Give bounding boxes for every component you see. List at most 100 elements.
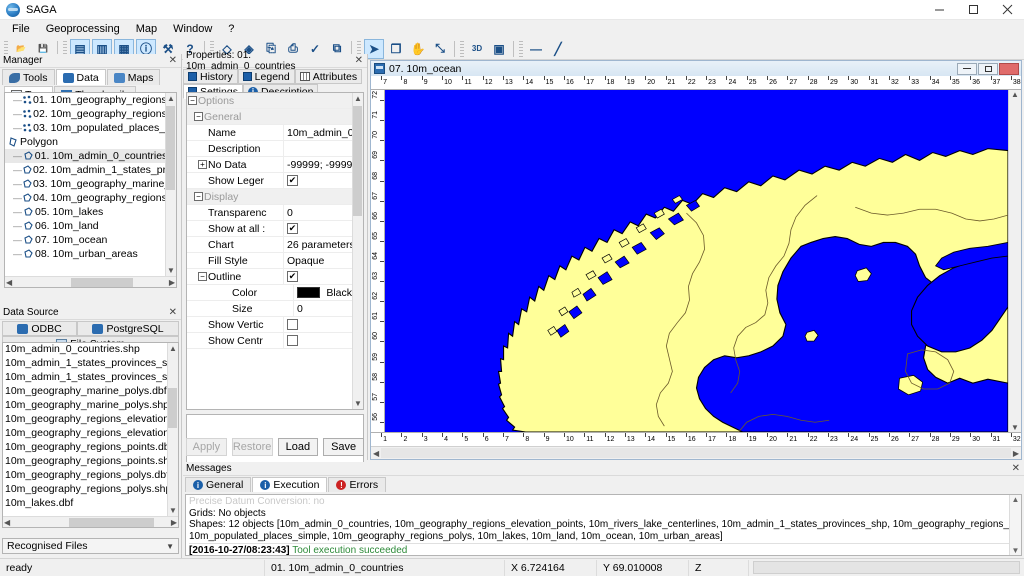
tree-item[interactable]: —07. 10m_ocean: [5, 233, 165, 247]
property-row[interactable]: Show Leger ✔: [187, 173, 352, 189]
scroll-up-icon[interactable]: ▲: [167, 93, 175, 104]
map-horizontal-scrollbar[interactable]: ◀ ▶: [371, 446, 1021, 459]
scroll-down-icon[interactable]: ▼: [1012, 546, 1020, 555]
show-3d-icon[interactable]: 3D: [467, 39, 487, 59]
scatterplot-icon[interactable]: ▣: [489, 39, 509, 59]
expand-icon[interactable]: +: [198, 160, 207, 169]
minimize-icon[interactable]: [957, 62, 977, 75]
menu-help[interactable]: ?: [220, 22, 242, 37]
scroll-down-icon[interactable]: ▼: [169, 505, 177, 516]
menu-window[interactable]: Window: [165, 22, 220, 37]
file-list-item[interactable]: 10m_geography_regions_polys.dbf: [3, 469, 167, 483]
chevron-down-icon[interactable]: ▼: [166, 542, 174, 551]
property-row[interactable]: Show at all : ✔: [187, 221, 352, 237]
properties-tab-legend[interactable]: Legend: [237, 69, 295, 84]
messages-content[interactable]: Precise Datum Conversion: no Grids: No ob…: [185, 494, 1022, 556]
tree-item[interactable]: —01. 10m_geography_regions_elev: [5, 93, 165, 107]
minimize-icon[interactable]: [922, 0, 956, 20]
messages-tab-errors[interactable]: ! Errors: [328, 477, 387, 492]
close-icon[interactable]: ✕: [169, 307, 177, 318]
map-vertical-scrollbar[interactable]: ▲ ▼: [1008, 90, 1021, 432]
tree-vertical-scrollbar[interactable]: ▲ ▼: [165, 93, 176, 276]
file-list-item[interactable]: 10m_geography_regions_points.shp: [3, 455, 167, 469]
menu-file[interactable]: File: [4, 22, 38, 37]
property-expander[interactable]: +: [197, 157, 208, 172]
file-list-item[interactable]: 10m_admin_0_countries.shp: [3, 343, 167, 357]
property-value[interactable]: [284, 333, 352, 348]
property-expander[interactable]: −: [187, 93, 198, 108]
manager-tab-tools[interactable]: Tools: [2, 69, 55, 85]
property-value[interactable]: 0: [294, 301, 352, 316]
property-row[interactable]: Size 0: [187, 301, 352, 317]
close-icon[interactable]: ✕: [355, 55, 363, 66]
file-filter-select[interactable]: Recognised Files ▼: [2, 538, 179, 554]
property-row[interactable]: Color Black: [187, 285, 352, 301]
tree-item[interactable]: —06. 10m_land: [5, 219, 165, 233]
pan-tool-icon[interactable]: ✋: [408, 39, 428, 59]
maximize-icon[interactable]: [956, 0, 990, 20]
manager-tab-data[interactable]: Data: [55, 69, 106, 85]
datasource-tab-odbc[interactable]: ODBC: [2, 321, 78, 336]
properties-vertical-scrollbar[interactable]: ▲ ▼: [352, 93, 363, 409]
checkbox-checked[interactable]: ✔: [287, 223, 298, 234]
file-list-item[interactable]: 10m_geography_regions_polys.shp: [3, 483, 167, 497]
property-row[interactable]: − Options: [187, 93, 352, 109]
close-icon[interactable]: [999, 62, 1019, 75]
property-value[interactable]: Opaque: [284, 253, 352, 268]
file-list-vertical-scrollbar[interactable]: ▲ ▼: [167, 343, 178, 516]
checkbox-checked[interactable]: ✔: [287, 271, 298, 282]
property-row[interactable]: − Display: [187, 189, 352, 205]
property-value[interactable]: ✔: [284, 269, 352, 284]
property-value[interactable]: ✔: [284, 173, 352, 188]
messages-tab-general[interactable]: i General: [185, 477, 252, 492]
map-canvas[interactable]: [385, 90, 1008, 432]
scroll-down-icon[interactable]: ▼: [167, 265, 175, 276]
close-icon[interactable]: ✕: [169, 55, 177, 66]
tree-item[interactable]: —02. 10m_admin_1_states_provinc: [5, 163, 165, 177]
scroll-up-icon[interactable]: ▲: [1011, 90, 1019, 99]
tree-item[interactable]: —05. 10m_lakes: [5, 205, 165, 219]
property-value[interactable]: 0: [284, 205, 352, 220]
scroll-up-icon[interactable]: ▲: [1012, 495, 1020, 504]
manager-tab-maps[interactable]: Maps: [106, 69, 161, 85]
property-value[interactable]: 26 parameters: [284, 237, 352, 252]
properties-grid[interactable]: −Options−GeneralName10m_admin_0_couDescr…: [186, 92, 364, 410]
menu-map[interactable]: Map: [128, 22, 165, 37]
property-row[interactable]: Description: [187, 141, 352, 157]
color-swatch[interactable]: [297, 287, 321, 298]
load-button[interactable]: Load: [277, 438, 319, 456]
file-list-item[interactable]: 10m_geography_regions_elevation_poin: [3, 427, 167, 441]
property-row[interactable]: + No Data -99999; -99999: [187, 157, 352, 173]
property-row[interactable]: Show Centr: [187, 333, 352, 349]
scroll-left-icon[interactable]: ◀: [6, 278, 12, 287]
file-list-item[interactable]: 10m_geography_marine_polys.dbf: [3, 385, 167, 399]
tree-horizontal-scrollbar[interactable]: ◀ ▶: [5, 276, 176, 287]
tree-item[interactable]: —08. 10m_urban_areas: [5, 247, 165, 261]
property-row[interactable]: Name10m_admin_0_cou: [187, 125, 352, 141]
collapse-icon[interactable]: −: [198, 272, 207, 281]
save-button[interactable]: Save: [323, 438, 364, 456]
checkbox-unchecked[interactable]: [287, 335, 298, 346]
property-value[interactable]: -99999; -99999: [284, 157, 352, 172]
property-value[interactable]: 10m_admin_0_cou: [284, 125, 352, 140]
scroll-down-icon[interactable]: ▼: [1011, 423, 1019, 432]
data-tree[interactable]: —01. 10m_geography_regions_elev —02. 10m_…: [4, 92, 177, 288]
messages-vertical-scrollbar[interactable]: ▲ ▼: [1009, 495, 1021, 555]
file-list-item[interactable]: 10m_geography_regions_elevation_poin: [3, 413, 167, 427]
property-row[interactable]: Chart 26 parameters: [187, 237, 352, 253]
property-expander[interactable]: −: [197, 269, 208, 284]
properties-tab-attributes[interactable]: Attributes: [294, 69, 363, 84]
maximize-icon[interactable]: [978, 62, 998, 75]
property-expander[interactable]: −: [193, 189, 204, 204]
checkbox-unchecked[interactable]: [287, 319, 298, 330]
close-icon[interactable]: ✕: [1012, 463, 1020, 474]
tree-item[interactable]: Polygon: [5, 135, 165, 149]
tree-item[interactable]: —01. 10m_admin_0_countries: [5, 149, 165, 163]
file-list-item[interactable]: 10m_geography_regions_points.dbf: [3, 441, 167, 455]
measure-line-icon[interactable]: ╱: [548, 39, 568, 59]
tree-item[interactable]: —03. 10m_populated_places_simp: [5, 121, 165, 135]
collapse-icon[interactable]: −: [188, 96, 197, 105]
close-icon[interactable]: [990, 0, 1024, 20]
property-value[interactable]: [284, 317, 352, 332]
file-list-horizontal-scrollbar[interactable]: ◀ ▶: [3, 516, 178, 527]
